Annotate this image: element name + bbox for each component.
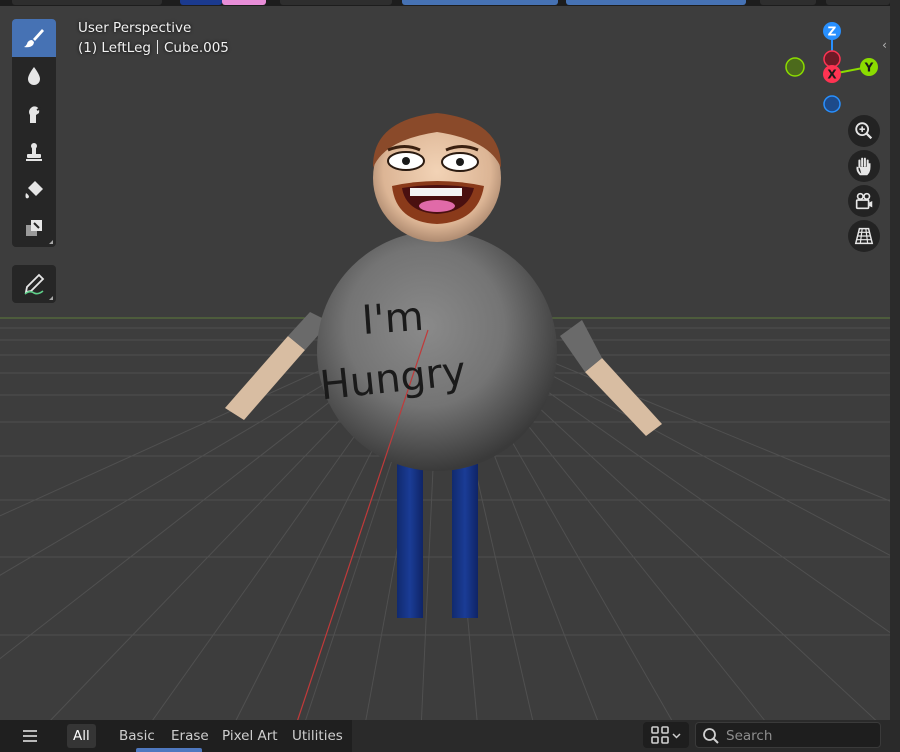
object-info: (1) LeftLeg Cube.005	[78, 38, 229, 58]
right-arm	[560, 320, 662, 436]
grid-icon	[651, 726, 669, 744]
gizmo-neg-y	[785, 57, 805, 77]
display-options-button[interactable]	[643, 722, 689, 748]
draw-tool-button[interactable]	[12, 19, 56, 57]
annotate-icon	[24, 273, 45, 295]
bucket-icon	[25, 181, 43, 199]
clone-tool-button[interactable]	[12, 133, 56, 171]
camera-icon	[855, 192, 873, 210]
shelf-scroll-indicator	[136, 748, 202, 752]
chevron-down-icon	[672, 732, 681, 739]
shelf-tab-basic[interactable]: Basic	[113, 724, 161, 748]
navigation-gizmo[interactable]: Z Y X	[780, 16, 890, 116]
search-input[interactable]	[724, 725, 878, 747]
pan-hand-icon	[856, 157, 871, 176]
camera-view-button[interactable]	[848, 185, 880, 217]
shelf-tab-erase[interactable]: Erase	[165, 724, 215, 748]
gizmo-y-label: Y	[864, 61, 874, 75]
shelf-tab-all[interactable]: All	[67, 724, 96, 748]
blur-tool-button[interactable]	[12, 57, 56, 95]
search-field[interactable]	[695, 722, 881, 748]
zoom-icon	[855, 122, 873, 140]
gizmo-z-label: Z	[828, 25, 837, 39]
search-icon	[703, 728, 719, 744]
shirt-text-line1: I'm	[360, 294, 425, 344]
scene-canvas[interactable]: I'm Hungry	[0, 0, 900, 752]
smear-icon	[29, 106, 42, 123]
brush-icon	[24, 29, 44, 48]
grid-view-button[interactable]	[848, 220, 880, 252]
head	[372, 113, 502, 242]
zoom-button[interactable]	[848, 115, 880, 147]
hamburger-menu-icon[interactable]	[18, 724, 42, 748]
header-strip	[0, 0, 900, 6]
view-info-overlay: User Perspective (1) LeftLeg Cube.005	[78, 18, 229, 58]
gizmo-x-label: X	[827, 68, 837, 82]
smear-tool-button[interactable]	[12, 95, 56, 133]
shelf-tab-utilities[interactable]: Utilities	[286, 724, 349, 748]
view-name: User Perspective	[78, 20, 192, 36]
gizmo-neg-z	[823, 95, 841, 113]
grid-view-icon	[854, 227, 874, 245]
active-object-name: Cube.005	[163, 40, 229, 56]
pan-button[interactable]	[848, 150, 880, 182]
annotate-tool-button[interactable]	[12, 265, 56, 303]
gizmo-neg-x	[823, 50, 841, 68]
fill-tool-button[interactable]	[12, 171, 56, 209]
object-info-name: (1) LeftLeg	[78, 40, 151, 56]
sidebar-strip	[890, 0, 900, 752]
stamp-icon	[26, 143, 42, 161]
sidebar-toggle-icon[interactable]: ‹	[879, 36, 890, 54]
drop-icon	[28, 67, 40, 85]
mask-icon	[26, 220, 42, 236]
shelf-tab-pixel-art[interactable]: Pixel Art	[216, 724, 284, 748]
3d-viewport[interactable]: I'm Hungry User Perspective (1) LeftLeg …	[0, 0, 900, 752]
mask-tool-button[interactable]	[12, 209, 56, 247]
